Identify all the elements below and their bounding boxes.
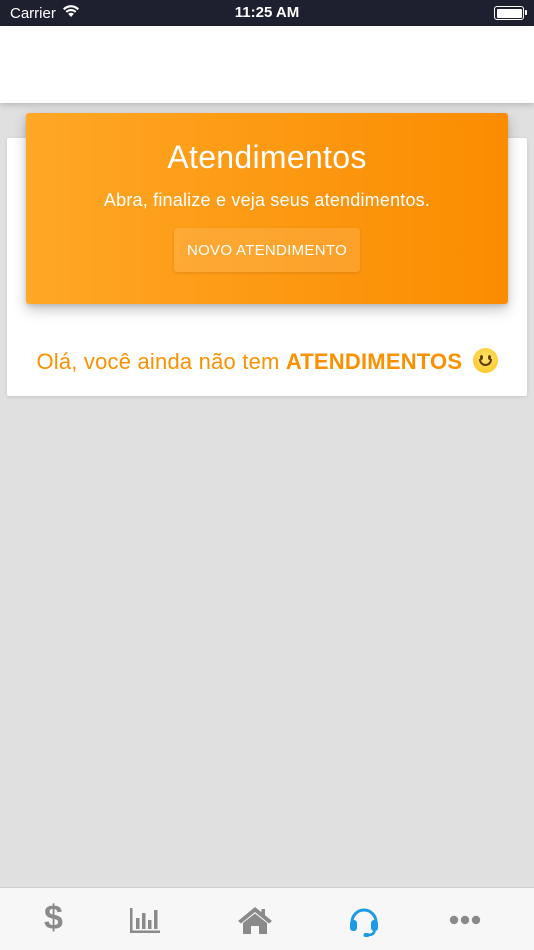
attendances-banner: Atendimentos Abra, finalize e veja seus … (26, 113, 508, 304)
more-icon (449, 915, 481, 925)
tab-reports[interactable] (92, 888, 199, 950)
tab-support[interactable] (311, 888, 418, 950)
empty-state-message: Olá, você ainda não tem ATENDIMENTOS (7, 348, 527, 375)
carrier-label: Carrier (10, 4, 56, 22)
tab-bar: $ (0, 887, 534, 950)
navigation-bar (0, 26, 534, 103)
battery-icon (494, 6, 527, 20)
tab-more[interactable] (412, 888, 519, 950)
status-left: Carrier (10, 4, 80, 22)
tab-home[interactable] (202, 888, 309, 950)
tab-finance[interactable]: $ (0, 888, 107, 950)
status-bar: Carrier 11:25 AM (0, 0, 534, 26)
empty-state-highlight: ATENDIMENTOS (285, 349, 463, 374)
new-attendance-button[interactable]: NOVO ATENDIMENTO (174, 228, 360, 272)
bar-chart-icon (129, 906, 161, 934)
banner-title: Atendimentos (167, 139, 367, 175)
wifi-icon (62, 4, 80, 22)
screen: Carrier 11:25 AM Atendimentos Abra, fina… (0, 0, 534, 950)
smiley-icon (472, 348, 498, 373)
headset-icon (347, 903, 381, 937)
home-icon (236, 905, 274, 935)
status-time: 11:25 AM (234, 4, 300, 21)
banner-subtitle: Abra, finalize e veja seus atendimentos. (103, 190, 431, 210)
dollar-icon: $ (43, 898, 63, 937)
empty-state-prefix: Olá, você ainda não tem (36, 349, 286, 374)
